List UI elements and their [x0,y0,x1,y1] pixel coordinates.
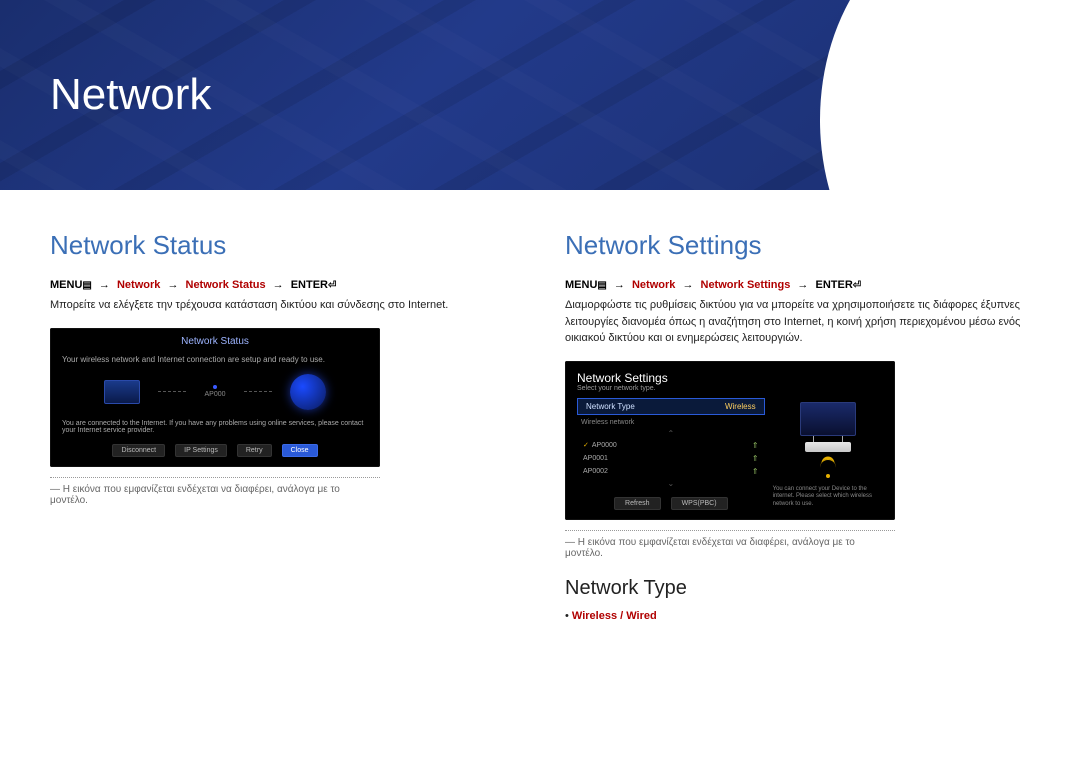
tv-ap: AP000 [204,391,225,398]
tv-settings-body: Network Type Wireless Wireless network ⌃… [573,398,887,510]
enter-icon: ⏎ [328,280,336,291]
tv-button-row: Refresh WPS(PBC) [577,497,765,510]
note-settings-text: Η εικόνα που εμφανίζεται ενδέχεται να δι… [565,537,855,559]
page-title: Network [50,70,211,120]
tv-btn-ipsettings[interactable]: IP Settings [175,444,227,457]
path-enter: ENTER [291,279,328,291]
menu-path-settings: MENU▤ → Network → Network Settings → ENT… [565,279,1030,291]
page-content: Network Status MENU▤ → Network → Network… [0,190,1080,622]
section-title-settings: Network Settings [565,230,1030,261]
status-description: Μπορείτε να ελέγξετε την τρέχουσα κατάστ… [50,297,515,314]
tv-title: Network Settings [573,367,887,385]
menu-path-status: MENU▤ → Network → Network Status → ENTER… [50,279,515,291]
tv-ap-row[interactable]: ✓AP0000 ⇑ [577,439,765,452]
tv-btn-wps[interactable]: WPS(PBC) [671,497,728,510]
path-arrow: → [610,279,629,291]
network-type-options: Wireless / Wired [565,610,1030,622]
tv-diagram: AP000 [58,366,372,418]
path-seg2: Network Status [186,279,266,291]
tv-title: Network Status [58,334,372,353]
sub-title-network-type: Network Type [565,577,1030,600]
enter-icon: ⏎ [853,280,861,291]
tv-mock-status: Network Status Your wireless network and… [50,328,380,467]
ap-dot-icon [213,385,217,389]
note-status-text: Η εικόνα που εμφανίζεται ενδέχεται να δι… [50,484,340,506]
tv-select-row[interactable]: Network Type Wireless [577,398,765,415]
tv-right-text: You can connect your Device to the inter… [773,486,883,509]
tv-line2: You are connected to the Internet. If yo… [58,418,372,436]
banner-curve [820,0,1080,190]
path-seg2: Network Settings [701,279,791,291]
path-menu: MENU [50,279,82,291]
path-arrow: → [269,279,288,291]
tv-ap-name: AP0001 [583,455,608,462]
tv-ap-name: AP0000 [592,442,617,449]
path-enter: ENTER [815,279,852,291]
wifi-icon: ⇑ [752,441,759,450]
tv-button-row: Disconnect IP Settings Retry Close [58,444,372,457]
tv-ap-row[interactable]: AP0002 ⇑ [577,465,765,478]
tv-select-label: Network Type [586,402,635,411]
tv-settings-right: You can connect your Device to the inter… [773,398,883,510]
page-banner: Network [0,0,1080,190]
device-icon [800,402,856,436]
section-title-status: Network Status [50,230,515,261]
path-arrow: → [793,279,812,291]
path-arrow: → [163,279,182,291]
tv-btn-close[interactable]: Close [282,444,318,457]
path-arrow: → [678,279,697,291]
wifi-icon: ⇑ [752,454,759,463]
tv-subtitle: Select your network type. [573,385,887,398]
col-network-status: Network Status MENU▤ → Network → Network… [50,230,515,622]
settings-description: Διαμορφώστε τις ρυθμίσεις δικτύου για να… [565,297,1030,347]
tv-btn-retry[interactable]: Retry [237,444,272,457]
menu-icon: ▤ [82,280,91,291]
check-icon: ✓ [583,442,589,449]
router-icon [805,442,851,452]
path-arrow: → [95,279,114,291]
device-icon [104,380,140,404]
tv-btn-disconnect[interactable]: Disconnect [112,444,165,457]
note-status: ― Η εικόνα που εμφανίζεται ενδέχεται να … [50,477,380,506]
col-network-settings: Network Settings MENU▤ → Network → Netwo… [565,230,1030,622]
tv-select-value: Wireless [725,402,756,411]
globe-icon [290,374,326,410]
tv-mock-settings: Network Settings Select your network typ… [565,361,895,520]
tv-ap-name: AP0002 [583,468,608,475]
path-menu: MENU [565,279,597,291]
wifi-icon: ⇑ [752,467,759,476]
note-settings: ― Η εικόνα που εμφανίζεται ενδέχεται να … [565,530,895,559]
tv-list-label: Wireless network [577,415,765,428]
tv-line1: Your wireless network and Internet conne… [58,353,372,366]
tv-ap-row[interactable]: AP0001 ⇑ [577,452,765,465]
chevron-down-icon[interactable]: ⌄ [577,478,765,489]
tv-btn-refresh[interactable]: Refresh [614,497,661,510]
connection-line [158,391,186,392]
path-seg1: Network [117,279,160,291]
tv-settings-left: Network Type Wireless Wireless network ⌃… [577,398,765,510]
path-seg1: Network [632,279,675,291]
menu-icon: ▤ [597,280,606,291]
wifi-big-icon [817,458,839,480]
chevron-up-icon[interactable]: ⌃ [577,428,765,439]
connection-line [244,391,272,392]
